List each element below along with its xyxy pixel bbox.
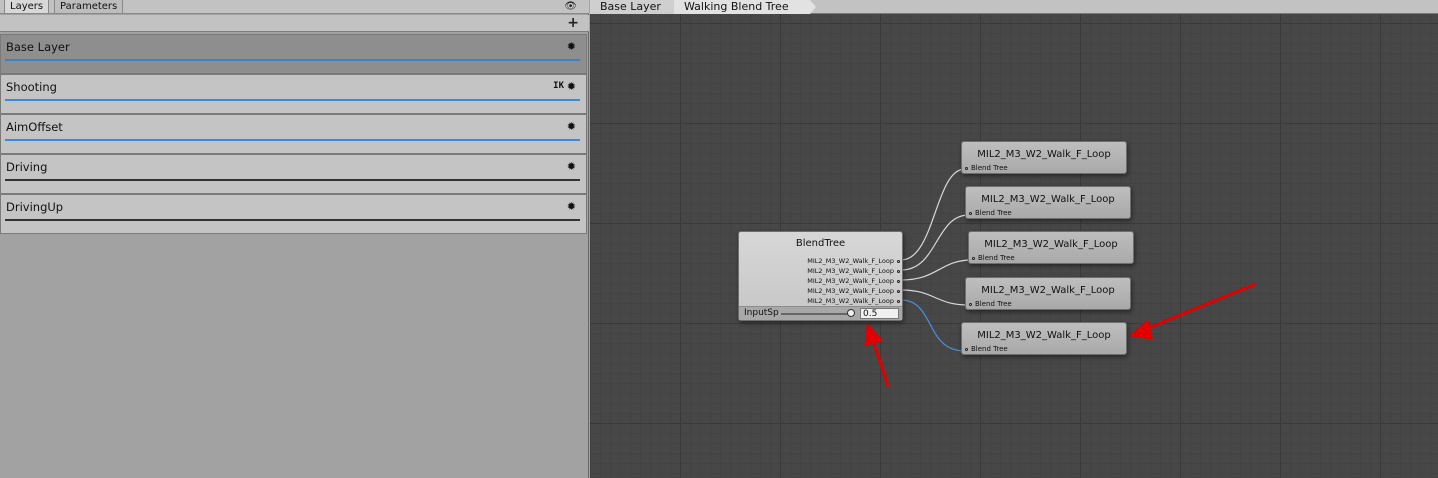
- output-port-icon[interactable]: [897, 280, 900, 283]
- ik-badge: IK: [553, 81, 564, 91]
- clip-node-4[interactable]: MIL2_M3_W2_Walk_F_Loop Blend Tree: [965, 277, 1131, 310]
- input-port-icon[interactable]: [965, 167, 968, 170]
- blend-output-label: MIL2_M3_W2_Walk_F_Loop: [807, 267, 894, 275]
- layer-aimoffset[interactable]: AimOffset ✹: [0, 114, 587, 154]
- layer-weight-bar: [5, 219, 580, 221]
- output-port-icon[interactable]: [897, 290, 900, 293]
- clip-node-subtitle: Blend Tree: [971, 164, 1008, 172]
- output-port-icon[interactable]: [897, 260, 900, 263]
- layer-name: Shooting: [6, 80, 57, 94]
- gear-icon[interactable]: ✹: [567, 40, 576, 53]
- tab-layers[interactable]: Layers: [4, 0, 50, 14]
- clip-node-subtitle: Blend Tree: [978, 254, 1015, 262]
- tab-parameters[interactable]: Parameters: [54, 0, 124, 14]
- input-port-icon[interactable]: [969, 303, 972, 306]
- layer-name: Driving: [6, 160, 48, 174]
- blend-slider-handle[interactable]: [847, 309, 855, 317]
- panel-tabbar: Layers Parameters 👁: [0, 0, 589, 14]
- layer-weight-bar: [5, 179, 580, 181]
- layer-drivingup[interactable]: DrivingUp ✹: [0, 194, 587, 234]
- animator-graph[interactable]: Base Layer Walking Blend Tree BlendTree: [590, 0, 1438, 478]
- clip-node-title: MIL2_M3_W2_Walk_F_Loop: [977, 330, 1111, 341]
- gear-icon[interactable]: ✹: [567, 200, 576, 213]
- eye-icon[interactable]: 👁: [564, 0, 577, 13]
- clip-node-2[interactable]: MIL2_M3_W2_Walk_F_Loop Blend Tree: [965, 186, 1131, 219]
- wire-2: [900, 214, 970, 271]
- clip-node-1[interactable]: MIL2_M3_W2_Walk_F_Loop Blend Tree: [961, 141, 1127, 174]
- wire-4: [900, 289, 970, 306]
- blend-parameter-name: InputSp: [744, 308, 779, 318]
- blend-tree-title: BlendTree: [795, 238, 846, 249]
- gear-icon[interactable]: ✹: [567, 160, 576, 173]
- breadcrumb-separator-icon: [810, 0, 816, 14]
- output-port-icon[interactable]: [897, 300, 900, 303]
- clip-node-title: MIL2_M3_W2_Walk_F_Loop: [977, 149, 1111, 160]
- layer-name: AimOffset: [6, 120, 63, 134]
- add-icon[interactable]: +: [567, 15, 579, 31]
- wire-1: [900, 168, 966, 261]
- layers-panel: Layers Parameters 👁 + Base Layer ✹ Shoot…: [0, 0, 589, 478]
- layer-driving[interactable]: Driving ✹: [0, 154, 587, 194]
- layer-shooting[interactable]: Shooting IK ✹: [0, 74, 587, 114]
- annotation-arrow-left: [1128, 282, 1256, 340]
- layer-name: DrivingUp: [6, 200, 64, 214]
- clip-node-5[interactable]: MIL2_M3_W2_Walk_F_Loop Blend Tree: [961, 322, 1127, 355]
- output-port-icon[interactable]: [897, 270, 900, 273]
- input-port-icon[interactable]: [969, 212, 972, 215]
- layer-name: Base Layer: [6, 40, 70, 54]
- layers-toolbar: +: [0, 15, 589, 32]
- clip-node-title: MIL2_M3_W2_Walk_F_Loop: [984, 239, 1118, 250]
- gear-icon[interactable]: ✹: [567, 80, 576, 93]
- blend-output-label: MIL2_M3_W2_Walk_F_Loop: [807, 257, 894, 265]
- clip-node-subtitle: Blend Tree: [975, 209, 1012, 217]
- layer-weight-bar: [5, 59, 580, 61]
- clip-node-3[interactable]: MIL2_M3_W2_Walk_F_Loop Blend Tree: [968, 231, 1134, 264]
- blend-tree-node[interactable]: BlendTree MIL2_M3_W2_Walk_F_Loop MIL2_M3…: [738, 231, 903, 321]
- breadcrumb: Base Layer Walking Blend Tree: [590, 0, 1438, 14]
- gear-icon[interactable]: ✹: [567, 120, 576, 133]
- blend-output-label: MIL2_M3_W2_Walk_F_Loop: [807, 297, 894, 305]
- blend-slider-track[interactable]: [781, 313, 851, 315]
- clip-node-subtitle: Blend Tree: [975, 300, 1012, 308]
- breadcrumb-base-layer[interactable]: Base Layer: [590, 0, 676, 14]
- layer-base-layer[interactable]: Base Layer ✹: [0, 34, 587, 74]
- clip-node-subtitle: Blend Tree: [971, 345, 1008, 353]
- input-port-icon[interactable]: [972, 257, 975, 260]
- wire-5-active: [900, 299, 966, 352]
- annotation-arrow-up: [864, 322, 890, 387]
- blend-output-label: MIL2_M3_W2_Walk_F_Loop: [807, 277, 894, 285]
- blend-output-label: MIL2_M3_W2_Walk_F_Loop: [807, 287, 894, 295]
- layer-weight-bar: [5, 139, 580, 141]
- input-port-icon[interactable]: [965, 348, 968, 351]
- layer-weight-bar: [5, 99, 580, 101]
- clip-node-title: MIL2_M3_W2_Walk_F_Loop: [981, 194, 1115, 205]
- blend-parameter-row: InputSp 0.5: [739, 306, 902, 320]
- breadcrumb-walking-blend-tree[interactable]: Walking Blend Tree: [674, 0, 810, 14]
- clip-node-title: MIL2_M3_W2_Walk_F_Loop: [981, 285, 1115, 296]
- blend-value-field[interactable]: 0.5: [860, 308, 899, 319]
- wire-3: [900, 259, 973, 281]
